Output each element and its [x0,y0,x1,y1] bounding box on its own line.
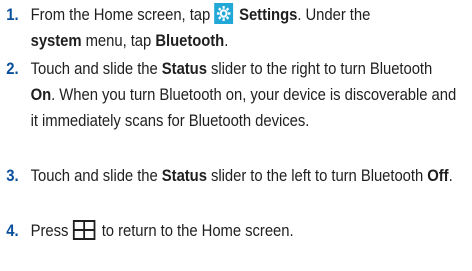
step-text-segment: Touch and slide the [30,60,162,78]
step-text-segment: Press [30,222,73,240]
settings-gear-icon [214,3,234,24]
instructions-page: 1. From the Home screen, tap Settings. U… [0,0,472,271]
system-label: system [30,32,82,50]
step-text-segment: . [224,32,229,50]
step-text-segment: menu, tap [81,32,156,50]
step-text-segment: Touch and slide the [30,167,162,185]
step-text-segment: . When you turn Bluetooth on, your devic… [30,86,457,130]
step-text-segment: . Under the [297,6,371,24]
step-text-segment: to return to the Home screen. [97,222,294,240]
step-2: 2. Touch and slide the Status slider to … [0,56,456,134]
step-number: 3. [6,167,19,185]
step-3: 3. Touch and slide the Status slider to … [0,163,452,189]
off-label: Off [427,167,449,185]
settings-label: Settings [239,6,298,24]
step-number: 4. [6,222,19,240]
step-text-segment: slider to the right to turn Bluetooth [206,60,433,78]
step-text-segment: slider to the left to turn Bluetooth [206,167,428,185]
step-4: 4. Press to return to the Home screen. [0,218,425,244]
on-label: On [30,86,52,104]
bluetooth-label: Bluetooth [155,32,225,50]
step-text: Touch and slide the Status slider to the… [31,56,458,134]
windows-start-icon [72,220,96,240]
step-1: 1. From the Home screen, tap Settings. U… [0,2,425,54]
step-number: 2. [6,60,19,78]
step-text-segment: From the Home screen, tap [30,6,215,24]
step-number: 1. [6,6,19,24]
step-text: Press to return to the Home screen. [31,218,458,244]
step-text: Touch and slide the Status slider to the… [31,163,458,189]
status-label: Status [161,60,207,78]
step-text: From the Home screen, tap Settings. Unde… [31,2,458,54]
step-text-segment: . [448,167,453,185]
status-label: Status [161,167,207,185]
